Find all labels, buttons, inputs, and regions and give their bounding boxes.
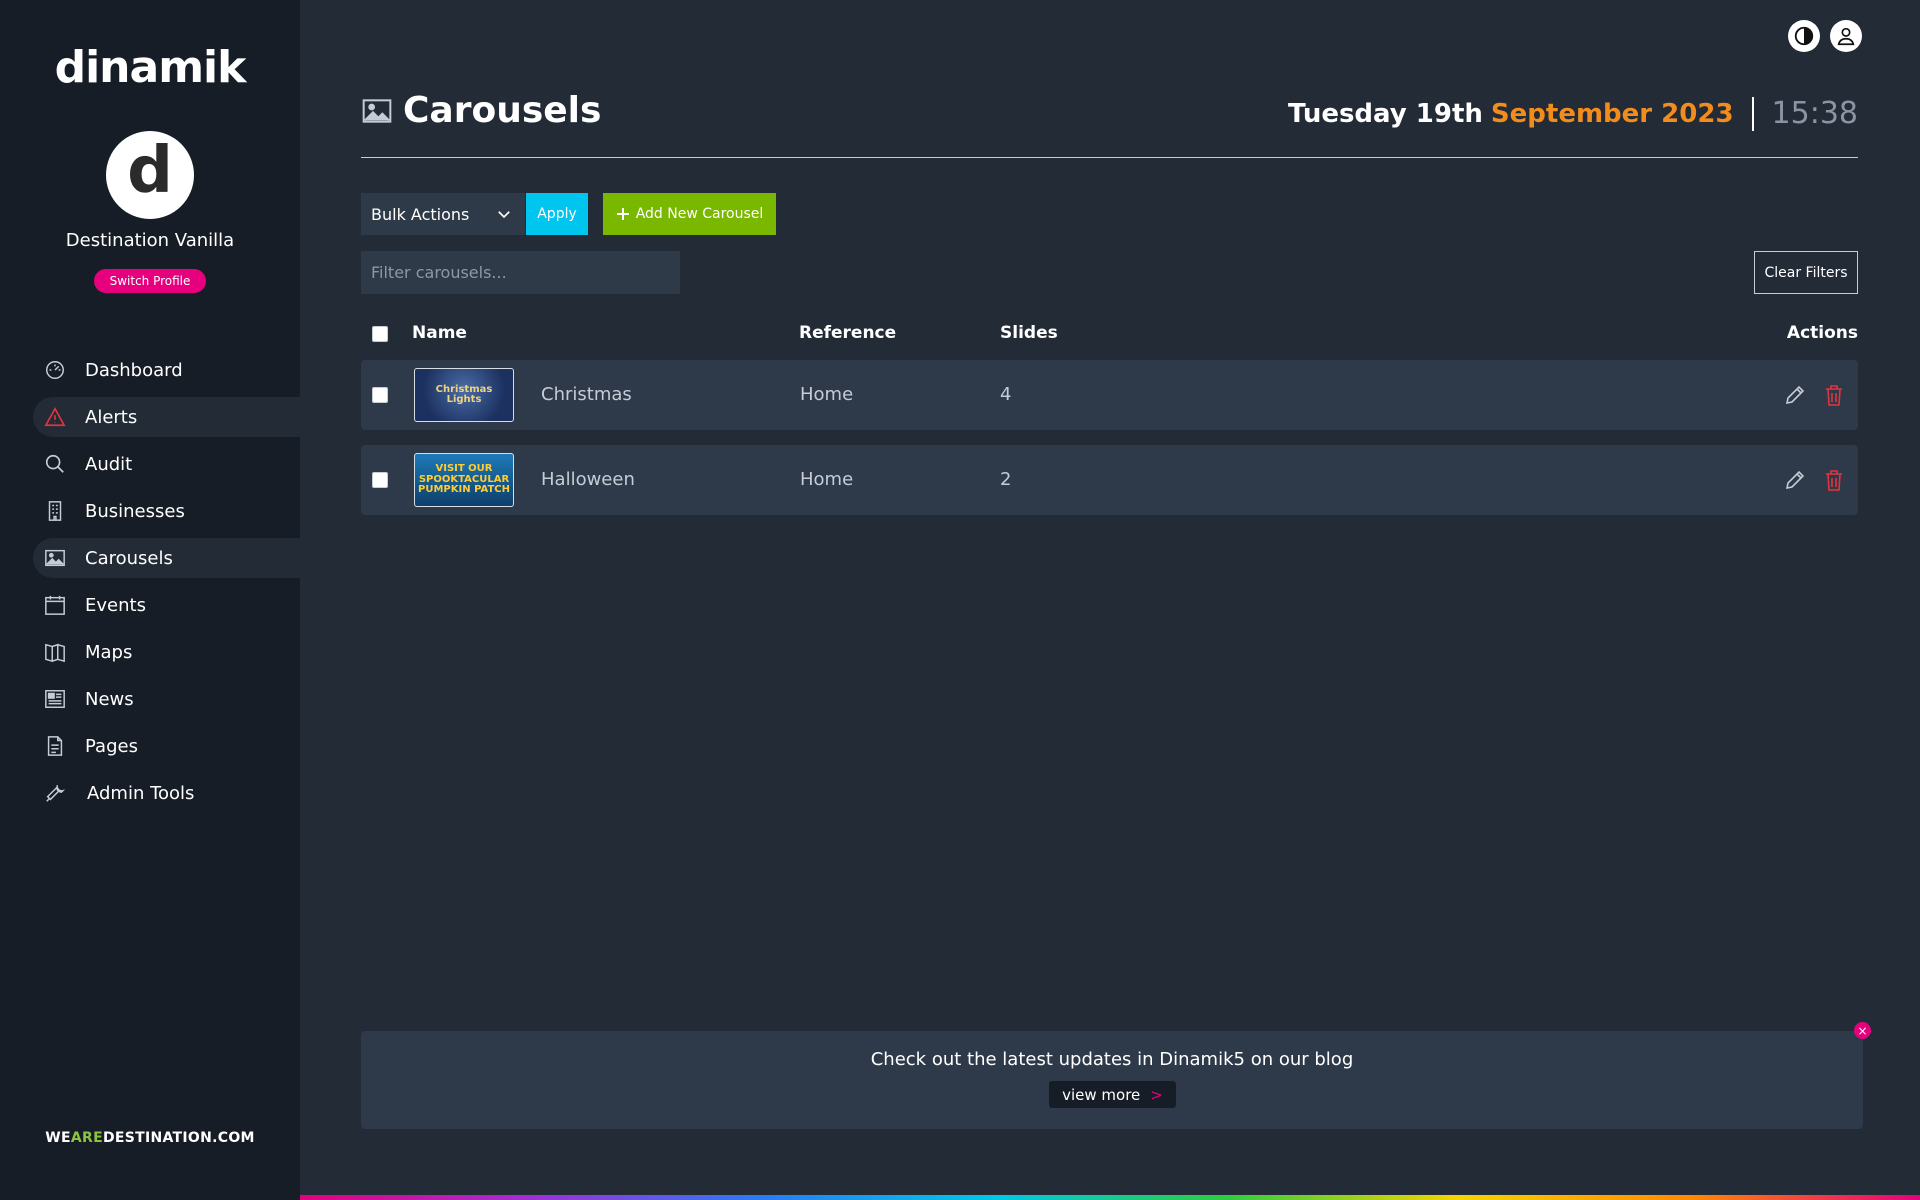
sidebar-item-carousels[interactable]: Carousels <box>33 538 300 578</box>
sidebar-item-label: Events <box>85 594 146 616</box>
select-all-checkbox[interactable] <box>372 326 388 342</box>
sidebar-item-label: Maps <box>85 641 133 663</box>
delete-icon[interactable] <box>1822 383 1846 407</box>
blog-update-banner: Check out the latest updates in Dinamik5… <box>361 1031 1863 1129</box>
bulk-actions-select[interactable]: Bulk Actions <box>361 193 525 235</box>
sidebar-item-alerts[interactable]: Alerts <box>33 397 300 437</box>
carousel-thumbnail[interactable]: Christmas Lights <box>414 368 514 422</box>
calendar-icon <box>43 593 67 617</box>
filter-carousels-input[interactable] <box>361 251 680 294</box>
date-time-display: Tuesday 19th September 2023 15:38 <box>1288 96 1858 131</box>
delete-icon[interactable] <box>1822 468 1846 492</box>
avatar: d <box>106 131 194 219</box>
add-new-carousel-label: Add New Carousel <box>635 206 764 222</box>
alert-triangle-icon <box>43 405 67 429</box>
sidebar-nav: Dashboard Alerts Audit Businesses Carous… <box>33 350 300 820</box>
table-header: Name Reference Slides Actions <box>361 323 1858 347</box>
chevron-down-icon <box>495 205 513 223</box>
sidebar-item-news[interactable]: News <box>33 679 300 719</box>
sidebar-item-admin-tools[interactable]: Admin Tools <box>33 773 300 813</box>
apply-button[interactable]: Apply <box>526 193 588 235</box>
row-checkbox[interactable] <box>372 472 388 488</box>
footer-brand-destination: DESTINATION.COM <box>102 1130 255 1146</box>
wrench-icon <box>43 781 67 805</box>
column-header-slides[interactable]: Slides <box>1000 323 1058 343</box>
thumbnail-caption: Christmas Lights <box>435 383 493 405</box>
carousel-thumbnail[interactable]: VISIT OUR SPOOKTACULAR PUMPKIN PATCH <box>414 453 514 507</box>
clear-filters-button[interactable]: Clear Filters <box>1754 251 1858 294</box>
image-icon <box>361 95 393 127</box>
row-name[interactable]: Christmas <box>541 384 632 405</box>
newspaper-icon <box>43 687 67 711</box>
column-header-name[interactable]: Name <box>412 323 467 343</box>
user-icon <box>1835 25 1857 47</box>
row-reference: Home <box>800 384 854 405</box>
footer-brand-are: ARE <box>70 1130 103 1146</box>
plus-icon <box>616 207 630 221</box>
bulk-actions-label: Bulk Actions <box>371 204 470 224</box>
row-slides: 4 <box>1000 384 1012 405</box>
sidebar-item-businesses[interactable]: Businesses <box>33 491 300 531</box>
sidebar-item-dashboard[interactable]: Dashboard <box>33 350 300 390</box>
sidebar: dinamik d Destination Vanilla Switch Pro… <box>0 0 300 1200</box>
sidebar-item-label: Carousels <box>85 547 173 569</box>
date-month: September 2023 <box>1490 98 1734 129</box>
switch-profile-button[interactable]: Switch Profile <box>94 269 206 293</box>
image-icon <box>43 546 67 570</box>
table-row: Christmas Lights Christmas Home 4 <box>361 360 1858 430</box>
sidebar-item-label: Pages <box>85 735 138 757</box>
sidebar-item-maps[interactable]: Maps <box>33 632 300 672</box>
sidebar-item-label: Audit <box>85 453 133 475</box>
dashboard-gauge-icon <box>43 358 67 382</box>
column-header-reference[interactable]: Reference <box>799 323 896 343</box>
document-icon <box>43 734 67 758</box>
contrast-icon <box>1793 25 1815 47</box>
edit-icon[interactable] <box>1783 468 1807 492</box>
column-header-actions: Actions <box>1786 323 1858 343</box>
add-new-carousel-button[interactable]: Add New Carousel <box>603 193 776 235</box>
row-name[interactable]: Halloween <box>541 469 635 490</box>
building-icon <box>43 499 67 523</box>
blog-banner-text: Check out the latest updates in Dinamik5… <box>870 1049 1354 1070</box>
arrow-right-icon: > <box>1150 1085 1163 1104</box>
row-slides: 2 <box>1000 469 1012 490</box>
sidebar-item-label: News <box>85 688 134 710</box>
thumbnail-caption: VISIT OUR SPOOKTACULAR PUMPKIN PATCH <box>418 463 510 496</box>
search-icon <box>43 452 67 476</box>
clock-time: 15:38 <box>1771 96 1858 131</box>
time-separator <box>1751 96 1754 131</box>
map-icon <box>43 640 67 664</box>
page-title: Carousels <box>361 90 601 131</box>
footer-brand-link[interactable]: WEAREDESTINATION.COM <box>0 1130 300 1146</box>
row-reference: Home <box>800 469 854 490</box>
dinamik-logo[interactable]: dinamik <box>0 42 300 93</box>
row-checkbox[interactable] <box>372 387 388 403</box>
topbar-icons <box>1788 20 1862 52</box>
view-more-label: view more <box>1062 1085 1141 1104</box>
close-icon[interactable]: × <box>1854 1022 1871 1039</box>
page-title-text: Carousels <box>403 90 602 131</box>
sidebar-item-label: Dashboard <box>85 359 183 381</box>
user-account-button[interactable] <box>1830 20 1862 52</box>
sidebar-item-label: Alerts <box>85 406 138 428</box>
date-day: Tuesday 19th <box>1287 98 1483 129</box>
sidebar-item-events[interactable]: Events <box>33 585 300 625</box>
table-row: VISIT OUR SPOOKTACULAR PUMPKIN PATCH Hal… <box>361 445 1858 515</box>
profile-name: Destination Vanilla <box>65 230 235 251</box>
view-more-button[interactable]: view more > <box>1049 1081 1176 1108</box>
sidebar-item-audit[interactable]: Audit <box>33 444 300 484</box>
rainbow-strip-bottom <box>300 1195 1920 1200</box>
sidebar-item-pages[interactable]: Pages <box>33 726 300 766</box>
title-divider <box>361 157 1858 158</box>
edit-icon[interactable] <box>1783 383 1807 407</box>
footer-brand-we: WE <box>45 1130 71 1146</box>
sidebar-item-label: Businesses <box>85 500 185 522</box>
sidebar-item-label: Admin Tools <box>87 782 195 804</box>
theme-toggle-button[interactable] <box>1788 20 1820 52</box>
